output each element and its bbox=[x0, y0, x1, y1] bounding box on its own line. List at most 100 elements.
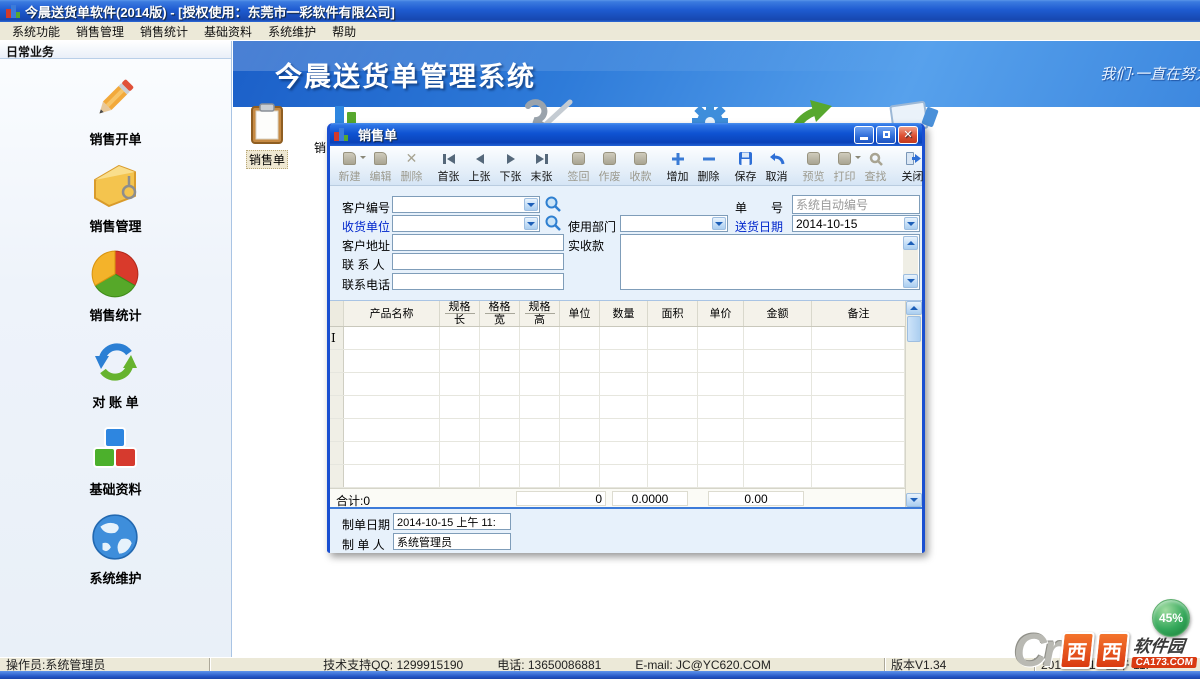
save-button[interactable]: 保存 bbox=[730, 148, 761, 184]
last-record-button[interactable]: 末张 bbox=[526, 148, 557, 184]
scroll-up-icon[interactable] bbox=[906, 301, 922, 315]
col-unit[interactable]: 单位 bbox=[560, 301, 600, 326]
received-memo[interactable] bbox=[620, 234, 920, 290]
dept-combo[interactable] bbox=[620, 215, 728, 232]
sidebar-item-statement[interactable]: 对 账 单 bbox=[90, 338, 142, 411]
receiver-combo[interactable] bbox=[392, 215, 540, 232]
close-button[interactable]: ✕ bbox=[898, 126, 918, 144]
col-spec-width[interactable]: 格格宽 bbox=[480, 301, 520, 326]
preview-button[interactable]: 预览 bbox=[798, 148, 829, 184]
memo-scrollbar[interactable] bbox=[903, 236, 918, 288]
menu-item-system[interactable]: 系统功能 bbox=[4, 21, 68, 42]
prev-record-button[interactable]: 上张 bbox=[464, 148, 495, 184]
table-row[interactable] bbox=[330, 465, 905, 488]
table-row[interactable] bbox=[330, 350, 905, 373]
totals-amount: 0.00 bbox=[708, 491, 804, 506]
menu-item-maintenance[interactable]: 系统维护 bbox=[260, 21, 324, 42]
void-button[interactable]: 作废 bbox=[594, 148, 625, 184]
sales-order-dialog: 销售单 ✕ 新建 编辑 ✕ 删除 bbox=[327, 123, 925, 553]
table-body: I bbox=[330, 327, 905, 488]
app-window: 今晨送货单软件(2014版) - [授权使用：东莞市一彩软件有限公司] 系统功能… bbox=[0, 0, 1200, 679]
delivery-date-combo[interactable]: 2014-10-15 bbox=[792, 215, 920, 232]
totals-row: 合计:0 0 0.0000 0.00 bbox=[330, 488, 905, 507]
new-button[interactable]: 新建 bbox=[334, 148, 365, 184]
cancel-button[interactable]: 取消 bbox=[761, 148, 792, 184]
delete-button[interactable]: ✕ 删除 bbox=[396, 148, 427, 184]
search-icon[interactable] bbox=[544, 214, 562, 235]
menu-item-sales-stats[interactable]: 销售统计 bbox=[132, 21, 196, 42]
plus-icon bbox=[671, 151, 685, 166]
table-row[interactable] bbox=[330, 419, 905, 442]
edit-doc-icon bbox=[374, 151, 387, 166]
remove-row-button[interactable]: 删除 bbox=[693, 148, 724, 184]
minimize-button[interactable] bbox=[854, 126, 874, 144]
table-row[interactable] bbox=[330, 373, 905, 396]
items-table-zone: 产品名称 规格长 格格宽 规格高 单位 数量 面积 单价 金额 备注 I 合计:… bbox=[330, 300, 922, 507]
desktop-icon-label-partial[interactable]: 销 bbox=[314, 139, 326, 156]
delivery-date-label: 送货日期 bbox=[735, 218, 783, 235]
maker-field: 系统管理员 bbox=[393, 533, 511, 550]
contact-field[interactable] bbox=[392, 253, 564, 270]
table-scrollbar[interactable] bbox=[905, 301, 922, 507]
col-quantity[interactable]: 数量 bbox=[600, 301, 648, 326]
chevron-down-icon[interactable] bbox=[904, 217, 918, 230]
table-row[interactable] bbox=[330, 442, 905, 465]
scroll-up-icon[interactable] bbox=[903, 236, 918, 250]
scroll-down-icon[interactable] bbox=[903, 274, 918, 288]
chevron-down-icon[interactable] bbox=[524, 198, 538, 211]
sidebar-item-sales-order[interactable]: 销售开单 bbox=[89, 73, 141, 148]
contact-label: 联 系 人 bbox=[342, 256, 385, 273]
sign-back-icon bbox=[572, 151, 585, 166]
phone-field[interactable] bbox=[392, 273, 564, 290]
sign-back-button[interactable]: 签回 bbox=[563, 148, 594, 184]
address-field[interactable] bbox=[392, 234, 564, 251]
scrollbar-thumb[interactable] bbox=[907, 316, 921, 342]
table-row[interactable]: I bbox=[330, 327, 905, 350]
menu-item-sales-mgmt[interactable]: 销售管理 bbox=[68, 21, 132, 42]
col-spec-height[interactable]: 规格高 bbox=[520, 301, 560, 326]
sidebar-item-sales-stats[interactable]: 销售统计 bbox=[89, 249, 141, 324]
delete-x-icon: ✕ bbox=[406, 151, 418, 166]
status-support: 技术支持QQ: 1299915190 电话: 13650086881 E-mai… bbox=[210, 658, 885, 671]
chevron-down-icon[interactable] bbox=[524, 217, 538, 230]
sidebar-item-sales-mgmt[interactable]: 销售管理 bbox=[89, 162, 141, 235]
desktop-icon-sales-order[interactable]: 销售单 bbox=[246, 103, 288, 169]
search-icon[interactable] bbox=[544, 195, 562, 216]
maximize-button[interactable] bbox=[876, 126, 896, 144]
preview-icon bbox=[807, 151, 820, 166]
undo-arrow-icon bbox=[769, 151, 785, 166]
sidebar-item-maintenance[interactable]: 系统维护 bbox=[89, 512, 141, 587]
scroll-down-icon[interactable] bbox=[906, 493, 922, 507]
make-date-field: 2014-10-15 上午 11: bbox=[393, 513, 511, 530]
add-row-button[interactable]: 增加 bbox=[662, 148, 693, 184]
menu-item-base-data[interactable]: 基础资料 bbox=[196, 21, 260, 42]
close-form-button[interactable]: 关闭 bbox=[897, 148, 928, 184]
table-row[interactable] bbox=[330, 396, 905, 419]
status-operator: 操作员:系统管理员 bbox=[0, 658, 210, 671]
find-button[interactable]: 查找 bbox=[860, 148, 891, 184]
text-cursor-icon: I bbox=[331, 331, 336, 345]
sidebar-item-base-data[interactable]: 基础资料 bbox=[89, 425, 141, 498]
col-spec-length[interactable]: 规格长 bbox=[440, 301, 480, 326]
folder-icon bbox=[89, 162, 141, 213]
payment-icon bbox=[634, 151, 647, 166]
col-remark[interactable]: 备注 bbox=[812, 301, 905, 326]
col-product-name[interactable]: 产品名称 bbox=[344, 301, 440, 326]
app-icon bbox=[6, 5, 20, 18]
clipboard-icon bbox=[247, 103, 287, 148]
customer-no-combo[interactable] bbox=[392, 196, 540, 213]
col-unit-price[interactable]: 单价 bbox=[698, 301, 744, 326]
first-record-button[interactable]: 首张 bbox=[433, 148, 464, 184]
edit-button[interactable]: 编辑 bbox=[365, 148, 396, 184]
col-area[interactable]: 面积 bbox=[648, 301, 698, 326]
col-amount[interactable]: 金额 bbox=[744, 301, 812, 326]
watermark-cr-logo: Cr bbox=[1014, 623, 1057, 677]
sync-arrows-icon bbox=[90, 338, 142, 389]
chevron-down-icon[interactable] bbox=[712, 217, 726, 230]
print-button[interactable]: 打印 bbox=[829, 148, 860, 184]
dept-label: 使用部门 bbox=[568, 218, 616, 235]
menu-item-help[interactable]: 帮助 bbox=[324, 21, 364, 42]
sidebar-item-label: 销售开单 bbox=[89, 129, 141, 148]
next-record-button[interactable]: 下张 bbox=[495, 148, 526, 184]
collect-payment-button[interactable]: 收款 bbox=[625, 148, 656, 184]
